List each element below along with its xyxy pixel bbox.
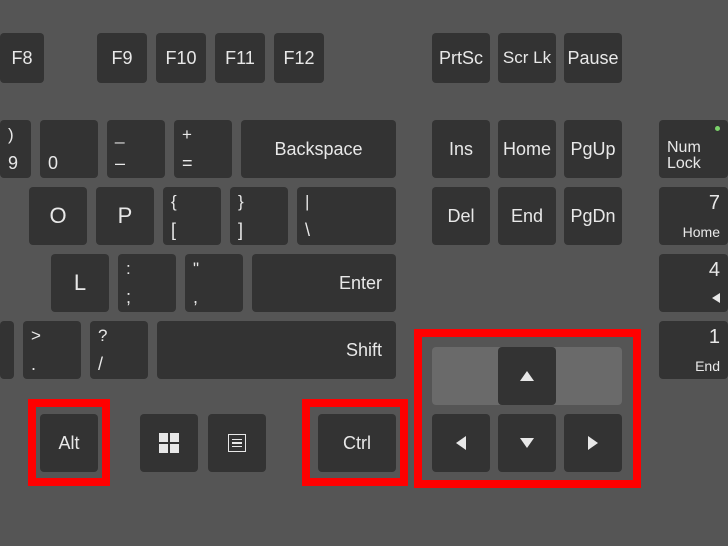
key-equals-top: + [182, 126, 192, 143]
key-num7-bot: Home [683, 225, 720, 239]
key-0-bot: 0 [48, 154, 58, 172]
arrow-left-icon [456, 436, 466, 450]
key-f10[interactable]: F10 [156, 33, 206, 83]
key-shift-left-frag[interactable] [0, 321, 14, 379]
key-lbracket-top: { [171, 193, 177, 210]
key-windows[interactable] [140, 414, 198, 472]
key-minus[interactable]: _ – [107, 120, 165, 178]
key-minus-bot: – [115, 154, 125, 172]
key-lbracket-bot: [ [171, 221, 176, 239]
key-slash[interactable]: ? / [90, 321, 148, 379]
key-shift[interactable]: Shift [157, 321, 396, 379]
key-slash-bot: / [98, 355, 103, 373]
key-num4[interactable]: 4 [659, 254, 728, 312]
key-9-top: ) [8, 126, 14, 143]
key-semicolon-top: : [126, 260, 131, 277]
key-numlock-bot: Lock [667, 156, 701, 172]
key-arrow-right[interactable] [564, 414, 622, 472]
key-semicolon-bot: ; [126, 288, 131, 306]
key-arrow-down[interactable] [498, 414, 556, 472]
key-0[interactable]: 0 [40, 120, 98, 178]
context-menu-icon [228, 434, 246, 452]
key-rbracket[interactable]: } ] [230, 187, 288, 245]
key-rbracket-top: } [238, 193, 244, 210]
key-pgup[interactable]: PgUp [564, 120, 622, 178]
key-prtsc[interactable]: PrtSc [432, 33, 490, 83]
key-enter[interactable]: Enter [252, 254, 396, 312]
key-alt[interactable]: Alt [40, 414, 98, 472]
key-pause[interactable]: Pause [564, 33, 622, 83]
key-del[interactable]: Del [432, 187, 490, 245]
key-arrow-left[interactable] [432, 414, 490, 472]
key-ctrl[interactable]: Ctrl [318, 414, 396, 472]
key-equals[interactable]: + = [174, 120, 232, 178]
key-num4-top: 4 [709, 260, 720, 280]
key-9[interactable]: ) 9 [0, 120, 31, 178]
key-backslash-top: | [305, 193, 309, 210]
key-arrow-up[interactable] [498, 347, 556, 405]
key-slash-top: ? [98, 327, 107, 344]
key-p[interactable]: P [96, 187, 154, 245]
arrow-down-icon [520, 438, 534, 448]
arrow-up-icon [520, 371, 534, 381]
key-num1[interactable]: 1 End [659, 321, 728, 379]
key-f8[interactable]: F8 [0, 33, 44, 83]
key-menu[interactable] [208, 414, 266, 472]
key-numlock[interactable]: Num Lock [659, 120, 728, 178]
key-l[interactable]: L [51, 254, 109, 312]
key-home[interactable]: Home [498, 120, 556, 178]
key-f9[interactable]: F9 [97, 33, 147, 83]
arrow-right-icon [588, 436, 598, 450]
key-rbracket-bot: ] [238, 221, 243, 239]
windows-logo-icon [159, 433, 179, 453]
key-num1-bot: End [695, 359, 720, 373]
key-numlock-top: Num [667, 140, 701, 156]
key-scrlk[interactable]: Scr Lk [498, 33, 556, 83]
key-lbracket[interactable]: { [ [163, 187, 221, 245]
key-period-bot: . [31, 355, 36, 373]
key-backspace[interactable]: Backspace [241, 120, 396, 178]
key-quote[interactable]: " , [185, 254, 243, 312]
key-quote-bot: , [193, 288, 198, 306]
key-pgdn[interactable]: PgDn [564, 187, 622, 245]
key-9-bot: 9 [8, 154, 18, 172]
key-o[interactable]: O [29, 187, 87, 245]
numlock-led-icon [715, 126, 720, 131]
key-num1-top: 1 [709, 327, 720, 347]
key-semicolon[interactable]: : ; [118, 254, 176, 312]
key-period-top: > [31, 327, 41, 344]
key-f12[interactable]: F12 [274, 33, 324, 83]
key-end[interactable]: End [498, 187, 556, 245]
key-num7[interactable]: 7 Home [659, 187, 728, 245]
key-ins[interactable]: Ins [432, 120, 490, 178]
key-period[interactable]: > . [23, 321, 81, 379]
key-backslash[interactable]: | \ [297, 187, 396, 245]
key-quote-top: " [193, 260, 199, 277]
key-f11[interactable]: F11 [215, 33, 265, 83]
key-num7-top: 7 [709, 193, 720, 213]
key-minus-top: _ [115, 126, 124, 143]
key-backslash-bot: \ [305, 221, 310, 239]
num4-left-arrow-icon [712, 293, 720, 303]
key-equals-bot: = [182, 154, 193, 172]
